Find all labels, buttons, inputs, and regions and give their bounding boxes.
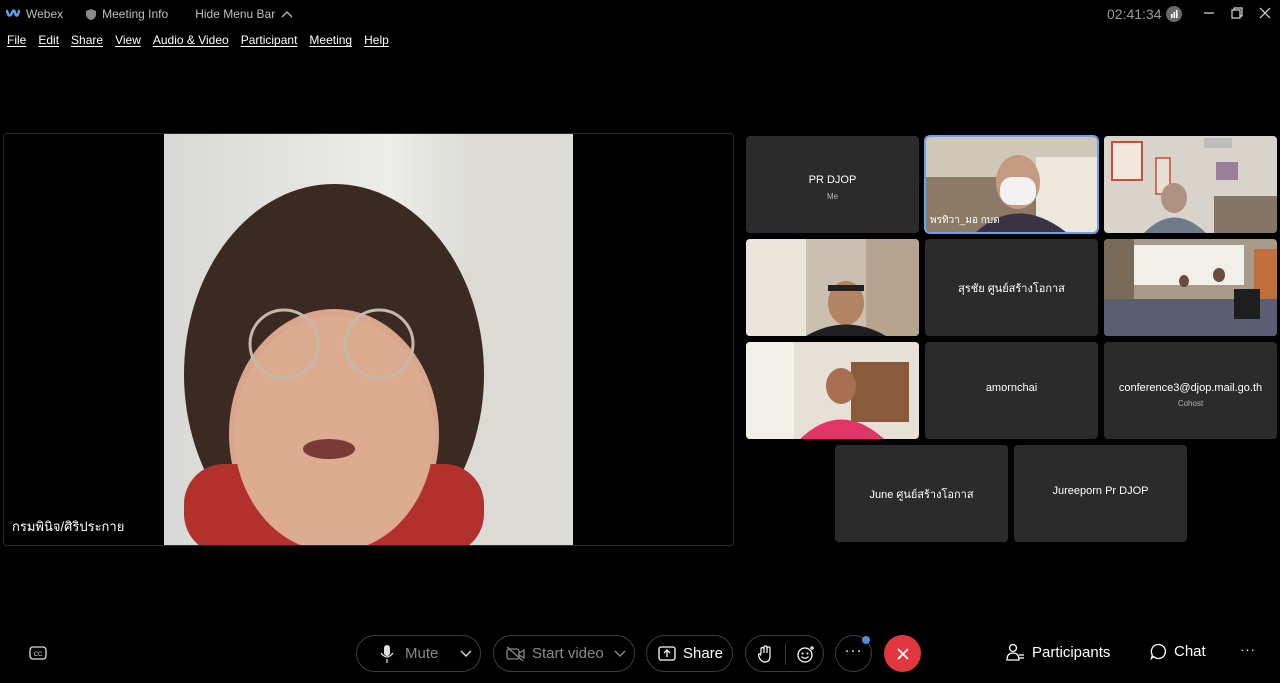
participant-video	[746, 239, 919, 336]
participant-role: Me	[826, 192, 839, 201]
svg-text:CC: CC	[34, 652, 43, 658]
menu-meeting[interactable]: Meeting	[309, 33, 352, 47]
menu-audio-video[interactable]: Audio & Video	[153, 33, 229, 47]
participant-role: Cohost	[1177, 399, 1204, 408]
mute-label: Mute	[405, 645, 439, 662]
menu-share[interactable]: Share	[71, 33, 103, 47]
meeting-clock: 02:41:34	[1107, 6, 1162, 22]
speaker-video	[164, 134, 573, 545]
start-video-button[interactable]: Start video	[493, 635, 635, 672]
meeting-info-label: Meeting Info	[102, 7, 169, 21]
minimize-icon[interactable]	[1200, 4, 1218, 22]
webex-logo-icon	[6, 9, 20, 17]
notification-dot	[862, 636, 870, 644]
raise-hand-icon[interactable]	[757, 644, 773, 663]
more-icon: ···	[844, 642, 863, 659]
participant-tile[interactable]: สุรชัย ศูนย์สร้างโอกาส	[925, 239, 1098, 336]
hide-menu-bar-button[interactable]: Hide Menu Bar	[195, 7, 293, 21]
menu-bar: File Edit Share View Audio & Video Parti…	[7, 33, 401, 47]
speaker-video-frame	[184, 134, 573, 545]
participant-tile[interactable]	[746, 239, 919, 336]
video-off-icon	[506, 646, 525, 661]
end-call-button[interactable]	[884, 635, 921, 672]
chat-button[interactable]: Chat	[1150, 643, 1206, 660]
chat-icon	[1150, 643, 1167, 660]
chevron-up-icon	[281, 11, 293, 18]
restore-icon[interactable]	[1228, 4, 1246, 22]
participant-name: Jureeporn Pr DJOP	[1052, 485, 1149, 497]
network-status-icon[interactable]	[1166, 6, 1182, 22]
menu-view[interactable]: View	[115, 33, 141, 47]
participant-tile[interactable]	[746, 342, 919, 439]
participant-tile-active[interactable]: พรทิวา_มอ กบด	[926, 137, 1097, 232]
participant-tile[interactable]	[1104, 136, 1277, 233]
share-screen-icon	[658, 645, 676, 661]
participants-icon	[1006, 643, 1024, 661]
menu-file[interactable]: File	[7, 33, 26, 47]
toolbar-divider	[785, 642, 786, 665]
participant-name: June ศูนย์สร้างโอกาส	[869, 489, 974, 501]
participant-tile[interactable]: amornchai	[925, 342, 1098, 439]
participant-name: พรทิวา_มอ กบด	[930, 215, 1000, 226]
participant-name: amornchai	[985, 382, 1038, 394]
participant-tile[interactable]: Jureeporn Pr DJOP	[1014, 445, 1187, 542]
participant-tile[interactable]: June ศูนย์สร้างโอกาส	[835, 445, 1008, 542]
hide-menu-label: Hide Menu Bar	[195, 7, 276, 21]
participant-name: PR DJOP	[808, 174, 857, 186]
meeting-info-button[interactable]: Meeting Info	[85, 7, 168, 21]
chat-label: Chat	[1174, 643, 1206, 660]
speaker-name: กรมพินิจ/ศิริประกาย	[12, 519, 125, 534]
menu-participant[interactable]: Participant	[241, 33, 298, 47]
title-bar: Webex Meeting Info Hide Menu Bar	[0, 0, 1280, 28]
chevron-down-icon[interactable]	[614, 650, 626, 658]
close-icon	[896, 647, 909, 660]
share-button[interactable]: Share	[646, 635, 733, 672]
participant-name: conference3@djop.mail.go.th	[1118, 382, 1263, 394]
overflow-menu-button[interactable]: ···	[1240, 642, 1256, 657]
participants-label: Participants	[1032, 643, 1111, 661]
participant-video	[1104, 136, 1277, 233]
shield-icon	[86, 8, 97, 20]
reactions-icon[interactable]	[796, 645, 816, 663]
participant-name: สุรชัย ศูนย์สร้างโอกาส	[958, 283, 1065, 295]
participant-tile[interactable]: conference3@djop.mail.go.th Cohost	[1104, 342, 1277, 439]
close-window-icon[interactable]	[1256, 4, 1274, 22]
reactions-group	[745, 635, 824, 672]
overflow-icon: ···	[1240, 642, 1256, 657]
participant-tile[interactable]	[1104, 239, 1277, 336]
start-video-label: Start video	[532, 645, 604, 662]
participant-video	[1104, 239, 1277, 336]
app-name: Webex	[26, 7, 64, 21]
captions-icon[interactable]: CC	[29, 646, 47, 662]
participant-tile[interactable]: PR DJOP Me	[746, 136, 919, 233]
menu-help[interactable]: Help	[364, 33, 389, 47]
mute-button[interactable]: Mute	[356, 635, 481, 672]
menu-edit[interactable]: Edit	[38, 33, 59, 47]
microphone-icon	[380, 644, 394, 663]
chevron-down-icon[interactable]	[460, 650, 472, 658]
participants-button[interactable]: Participants	[1006, 643, 1110, 661]
app-brand: Webex	[0, 7, 63, 21]
share-label: Share	[683, 645, 724, 662]
active-speaker-stage[interactable]: กรมพินิจ/ศิริประกาย	[3, 133, 734, 546]
participant-video	[746, 342, 919, 439]
